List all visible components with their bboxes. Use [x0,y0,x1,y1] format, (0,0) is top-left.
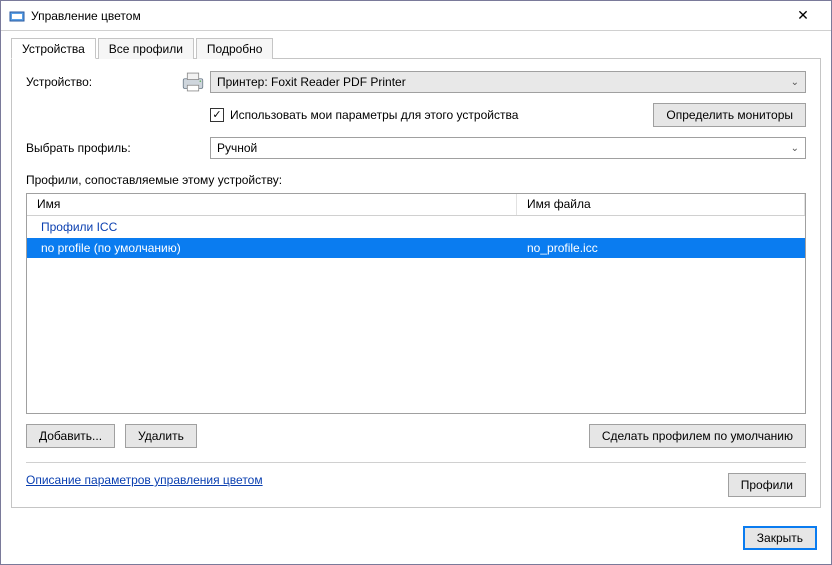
close-icon[interactable]: ✕ [783,7,823,24]
device-dropdown-value: Принтер: Foxit Reader PDF Printer [217,75,406,89]
column-header-file[interactable]: Имя файла [517,194,805,215]
profiles-heading: Профили, сопоставляемые этому устройству… [26,173,806,187]
select-profile-label: Выбрать профиль: [26,141,176,155]
color-management-window: Управление цветом ✕ Устройства Все профи… [0,0,832,565]
select-profile-value: Ручной [217,141,257,155]
help-link[interactable]: Описание параметров управления цветом [26,473,263,497]
list-item-file: no_profile.icc [517,241,805,255]
profiles-listview[interactable]: Имя Имя файла Профили ICC no profile (по… [26,193,806,414]
column-header-name[interactable]: Имя [27,194,517,215]
profile-buttons-row: Добавить... Удалить Сделать профилем по … [26,424,806,448]
use-my-settings-label: Использовать мои параметры для этого уст… [230,108,518,122]
list-item[interactable]: no profile (по умолчанию) no_profile.icc [27,238,805,258]
add-button[interactable]: Добавить... [26,424,115,448]
divider [26,462,806,463]
tab-panel-devices: Устройство: Принтер: Foxit Reader PDF Pr… [11,59,821,508]
printer-icon [176,71,210,93]
tab-devices[interactable]: Устройства [11,38,96,59]
identify-monitors-button[interactable]: Определить мониторы [653,103,806,127]
close-button[interactable]: Закрыть [743,526,817,550]
tab-all-profiles[interactable]: Все профили [98,38,194,59]
listview-group: Профили ICC [27,216,805,238]
select-profile-dropdown[interactable]: Ручной ⌄ [210,137,806,159]
titlebar: Управление цветом ✕ [1,1,831,31]
device-dropdown[interactable]: Принтер: Foxit Reader PDF Printer ⌄ [210,71,806,93]
list-item-name: no profile (по умолчанию) [27,241,517,255]
chevron-down-icon: ⌄ [791,143,799,154]
listview-body: Профили ICC no profile (по умолчанию) no… [27,216,805,413]
remove-button[interactable]: Удалить [125,424,197,448]
select-profile-row: Выбрать профиль: Ручной ⌄ [26,137,806,159]
device-row: Устройство: Принтер: Foxit Reader PDF Pr… [26,71,806,93]
use-my-settings-checkbox[interactable]: ✓ [210,108,224,122]
profiles-button[interactable]: Профили [728,473,806,497]
tab-advanced[interactable]: Подробно [196,38,274,59]
chevron-down-icon: ⌄ [791,77,799,88]
window-title: Управление цветом [31,9,783,23]
client-area: Устройства Все профили Подробно Устройст… [1,31,831,518]
settings-row: ✓ Использовать мои параметры для этого у… [26,103,806,127]
app-icon [9,8,25,24]
listview-header: Имя Имя файла [27,194,805,216]
device-label: Устройство: [26,75,176,89]
set-default-button[interactable]: Сделать профилем по умолчанию [589,424,806,448]
tab-strip: Устройства Все профили Подробно [11,37,821,59]
dialog-footer: Закрыть [1,518,831,564]
bottom-row: Описание параметров управления цветом Пр… [26,473,806,497]
